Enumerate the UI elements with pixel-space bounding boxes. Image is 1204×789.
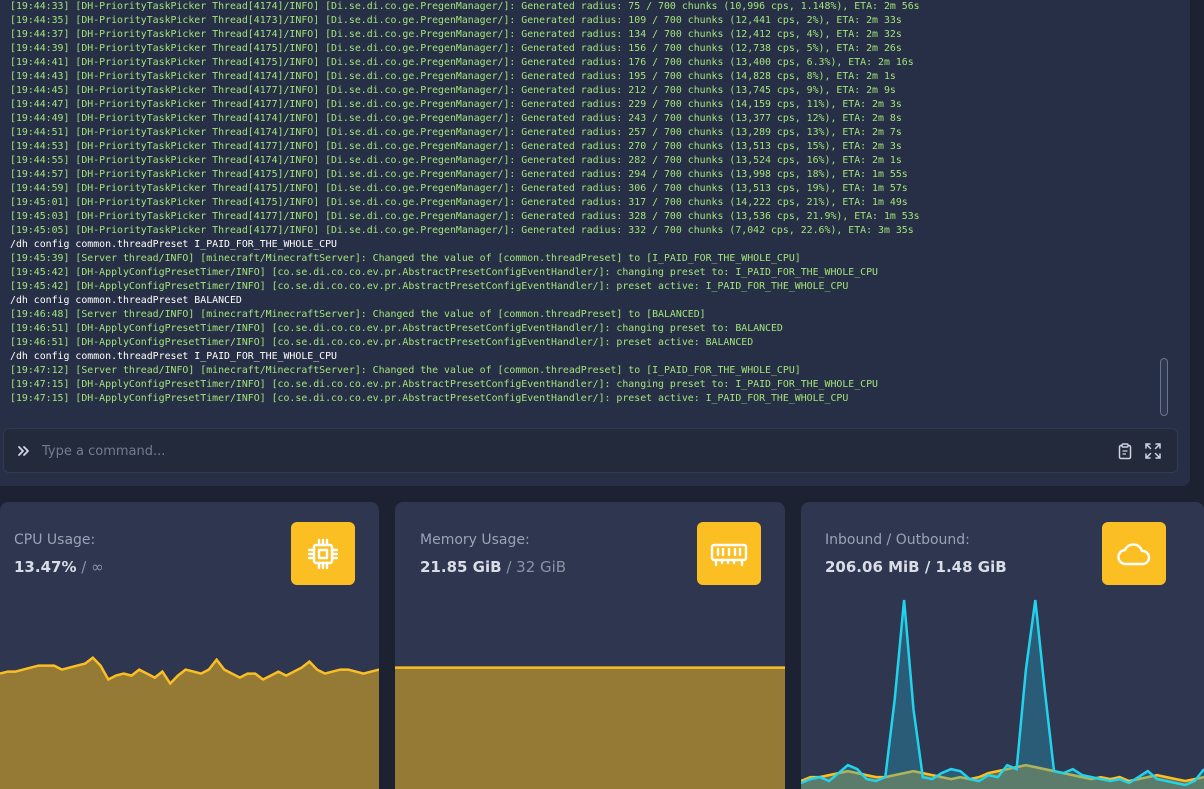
inbound-series-line <box>801 599 1204 787</box>
console-log-line: [19:44:47] [DH-PriorityTaskPicker Thread… <box>10 99 902 110</box>
expand-icon[interactable] <box>1144 442 1162 460</box>
console-log[interactable]: [19:44:33] [DH-PriorityTaskPicker Thread… <box>10 0 1150 420</box>
console-panel: [19:44:33] [DH-PriorityTaskPicker Thread… <box>0 0 1190 486</box>
memory-chart <box>395 666 785 789</box>
cpu-title: CPU Usage: <box>14 532 96 548</box>
memory-current: 21.85 GiB <box>420 558 502 576</box>
console-log-line: [19:44:45] [DH-PriorityTaskPicker Thread… <box>10 85 896 96</box>
console-log-line: [19:45:03] [DH-PriorityTaskPicker Thread… <box>10 211 920 222</box>
cpu-limit: ∞ <box>91 558 104 576</box>
console-log-line: [19:45:42] [DH-ApplyConfigPresetTimer/IN… <box>10 267 879 278</box>
cpu-chart <box>0 656 379 789</box>
console-log-line: [19:45:42] [DH-ApplyConfigPresetTimer/IN… <box>10 281 849 292</box>
network-value: 206.06 MiB / 1.48 GiB <box>825 558 1007 576</box>
console-log-line: [19:44:37] [DH-PriorityTaskPicker Thread… <box>10 29 902 40</box>
network-chart <box>801 599 1204 789</box>
console-log-line: [19:44:33] [DH-PriorityTaskPicker Thread… <box>10 1 920 12</box>
console-log-line: [19:44:53] [DH-PriorityTaskPicker Thread… <box>10 141 902 152</box>
console-log-line: [19:46:51] [DH-ApplyConfigPresetTimer/IN… <box>10 323 783 334</box>
console-log-line: [19:46:48] [Server thread/INFO] [minecra… <box>10 309 706 320</box>
cpu-icon <box>307 538 339 569</box>
console-log-line: [19:47:12] [Server thread/INFO] [minecra… <box>10 365 801 376</box>
console-log-line: [19:44:55] [DH-PriorityTaskPicker Thread… <box>10 155 902 166</box>
network-title: Inbound / Outbound: <box>825 532 970 548</box>
cpu-value: 13.47% / ∞ <box>14 558 104 576</box>
inbound-series-area <box>801 600 1204 789</box>
network-icon-box <box>1102 522 1166 585</box>
console-scrollbar[interactable] <box>1160 358 1168 416</box>
memory-icon <box>710 543 748 566</box>
console-log-line: [19:47:15] [DH-ApplyConfigPresetTimer/IN… <box>10 379 879 390</box>
command-input[interactable] <box>42 439 1092 463</box>
console-log-line: [19:44:51] [DH-PriorityTaskPicker Thread… <box>10 127 902 138</box>
console-log-line: [19:45:39] [Server thread/INFO] [minecra… <box>10 253 801 264</box>
memory-limit: 32 GiB <box>516 558 567 576</box>
console-command-line: /dh config common.threadPreset I_PAID_FO… <box>10 351 337 362</box>
console-log-line: [19:46:51] [DH-ApplyConfigPresetTimer/IN… <box>10 337 754 348</box>
memory-series-area <box>395 667 785 789</box>
cpu-separator: / <box>76 558 92 576</box>
memory-separator: / <box>501 558 517 576</box>
console-log-line: [19:44:49] [DH-PriorityTaskPicker Thread… <box>10 113 902 124</box>
console-log-line: [19:45:01] [DH-PriorityTaskPicker Thread… <box>10 197 908 208</box>
console-log-line: [19:47:15] [DH-ApplyConfigPresetTimer/IN… <box>10 393 849 404</box>
console-log-line: [19:44:57] [DH-PriorityTaskPicker Thread… <box>10 169 908 180</box>
cpu-current: 13.47% <box>14 558 77 576</box>
memory-title: Memory Usage: <box>420 532 530 548</box>
console-log-line: [19:44:39] [DH-PriorityTaskPicker Thread… <box>10 43 902 54</box>
console-command-line: /dh config common.threadPreset BALANCED <box>10 295 242 306</box>
memory-icon-box <box>697 522 761 585</box>
console-log-line: [19:44:41] [DH-PriorityTaskPicker Thread… <box>10 57 914 68</box>
console-log-line: [19:44:59] [DH-PriorityTaskPicker Thread… <box>10 183 908 194</box>
console-log-line: [19:44:43] [DH-PriorityTaskPicker Thread… <box>10 71 896 82</box>
cloud-icon <box>1117 542 1151 565</box>
memory-value: 21.85 GiB / 32 GiB <box>420 558 566 576</box>
clipboard-icon[interactable] <box>1116 442 1134 460</box>
console-command-line: /dh config common.threadPreset I_PAID_FO… <box>10 239 337 250</box>
cpu-icon-box <box>291 522 355 585</box>
command-bar <box>3 428 1178 473</box>
chevrons-right-icon <box>16 442 32 460</box>
cpu-series-area <box>0 657 379 789</box>
console-log-line: [19:45:05] [DH-PriorityTaskPicker Thread… <box>10 225 914 236</box>
console-log-line: [19:44:35] [DH-PriorityTaskPicker Thread… <box>10 15 902 26</box>
